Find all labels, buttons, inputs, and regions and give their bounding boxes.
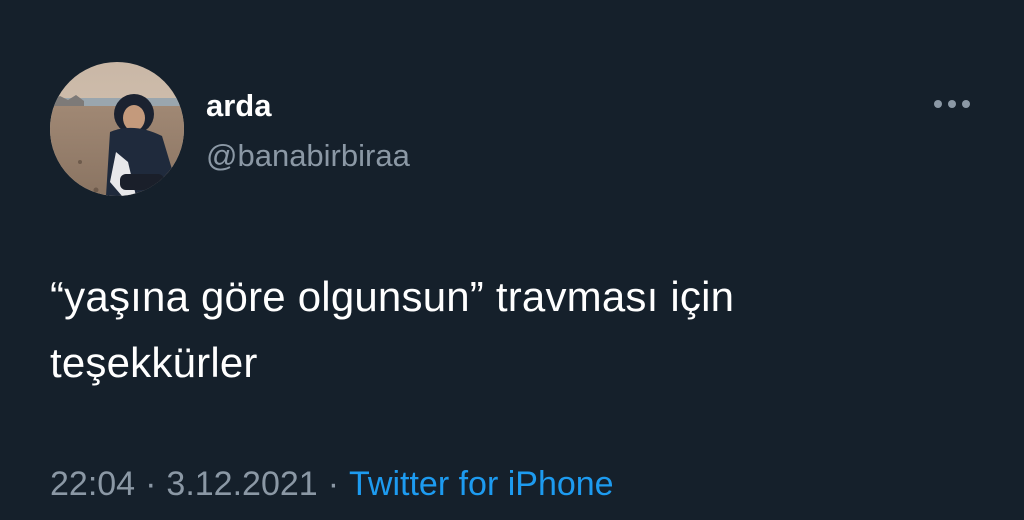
meta-separator: · [327,465,340,503]
tweet-date[interactable]: 3.12.2021 [166,465,317,503]
display-name[interactable]: arda [206,88,271,124]
profile-photo [50,62,184,196]
tweet-source-link[interactable]: Twitter for iPhone [349,465,614,503]
tweet-meta: 22:04 · 3.12.2021 · Twitter for iPhone [50,464,614,504]
more-options-button[interactable] [928,92,976,116]
tweet-text-line: “yaşına göre olgunsun” travması için [50,273,735,320]
tweet-time[interactable]: 22:04 [50,465,135,503]
user-handle[interactable]: @banabirbiraa [206,138,410,174]
avatar[interactable] [50,62,184,196]
meta-separator: · [145,465,157,503]
tweet-card: arda @banabirbiraa “yaşına göre olgunsun… [0,0,1024,520]
tweet-text-line: teşekkürler [50,339,258,386]
tweet-text: “yaşına göre olgunsun” travması için teş… [50,264,980,396]
more-horizontal-icon [934,100,970,108]
